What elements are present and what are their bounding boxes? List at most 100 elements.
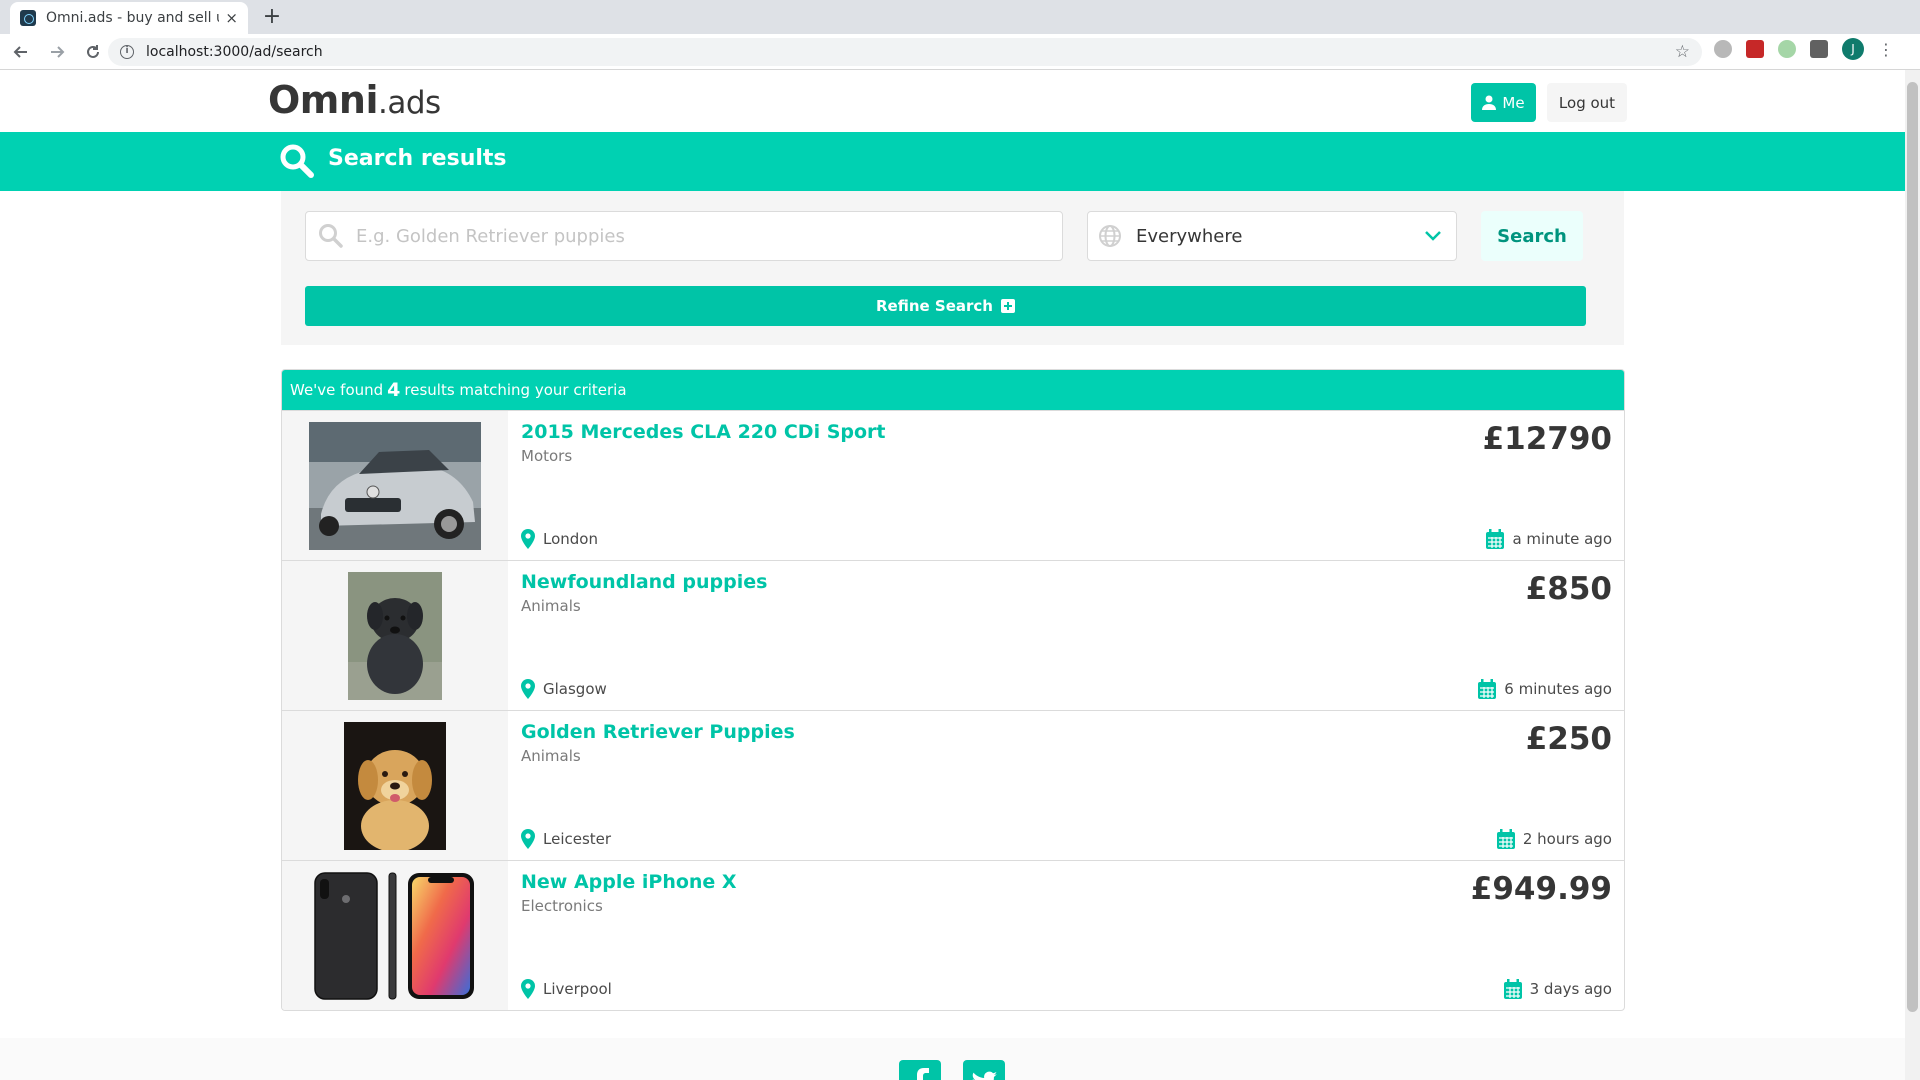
me-label: Me xyxy=(1502,93,1525,112)
result-title[interactable]: Newfoundland puppies xyxy=(521,571,767,593)
result-title[interactable]: 2015 Mercedes CLA 220 CDi Sport xyxy=(521,421,886,443)
result-posted-time: a minute ago xyxy=(1486,529,1612,549)
browser-toolbar: i localhost:3000/ad/search ☆ J ⋮ xyxy=(0,34,1920,70)
page-scrollbar[interactable] xyxy=(1905,70,1920,1080)
reload-icon xyxy=(87,44,99,58)
result-location-text: Glasgow xyxy=(543,680,607,698)
reload-button[interactable] xyxy=(78,37,108,67)
result-location: London xyxy=(521,529,598,549)
tab-title: Omni.ads - buy and sell u xyxy=(46,10,220,26)
results-summary: We've found 4 results matching your crit… xyxy=(282,370,1624,410)
twitter-icon[interactable] xyxy=(963,1060,1005,1080)
logo-suffix: .ads xyxy=(377,85,441,121)
extension-icon[interactable] xyxy=(1778,40,1796,58)
search-icon xyxy=(319,224,343,248)
result-thumbnail[interactable] xyxy=(282,411,508,561)
result-category: Electronics xyxy=(521,897,603,915)
result-row[interactable]: Golden Retriever Puppies Animals £250 Le… xyxy=(282,710,1624,861)
map-pin-icon xyxy=(521,829,535,849)
page-title: Search results xyxy=(328,146,507,171)
search-icon xyxy=(280,144,314,178)
globe-icon xyxy=(1099,225,1121,247)
result-location: Glasgow xyxy=(521,679,607,699)
extension-icons: J ⋮ xyxy=(1714,38,1894,60)
calendar-icon xyxy=(1503,979,1522,999)
result-title[interactable]: Golden Retriever Puppies xyxy=(521,721,795,743)
result-time-text: 3 days ago xyxy=(1529,980,1612,998)
extension-icon[interactable] xyxy=(1746,40,1764,58)
forward-button[interactable] xyxy=(42,37,72,67)
search-input[interactable] xyxy=(356,225,1036,247)
results-count: 4 xyxy=(387,379,401,401)
puppy-photo xyxy=(344,722,446,850)
extension-icon[interactable] xyxy=(1714,40,1732,58)
map-pin-icon xyxy=(521,979,535,999)
url-text[interactable]: localhost:3000/ad/search xyxy=(146,44,1675,60)
result-category: Animals xyxy=(521,597,581,615)
result-title[interactable]: New Apple iPhone X xyxy=(521,871,737,893)
result-price: £250 xyxy=(1525,721,1612,757)
result-price: £949.99 xyxy=(1470,871,1612,907)
logo-brand: Omni xyxy=(268,78,378,122)
phone-photo xyxy=(314,872,474,1000)
result-location-text: Liverpool xyxy=(543,980,612,998)
result-time-text: 6 minutes ago xyxy=(1504,680,1612,698)
hero-banner: Search results xyxy=(0,132,1905,191)
browser-tab[interactable]: Omni.ads - buy and sell u × xyxy=(10,2,248,34)
refine-search-label: Refine Search xyxy=(876,297,993,315)
refine-search-button[interactable]: Refine Search xyxy=(305,286,1586,326)
result-posted-time: 2 hours ago xyxy=(1496,829,1612,849)
result-price: £850 xyxy=(1525,571,1612,607)
result-row[interactable]: Newfoundland puppies Animals £850 Glasgo… xyxy=(282,560,1624,711)
result-location-text: London xyxy=(543,530,598,548)
address-bar[interactable]: i localhost:3000/ad/search ☆ xyxy=(108,38,1702,66)
new-tab-button[interactable]: + xyxy=(258,4,286,32)
result-time-text: 2 hours ago xyxy=(1522,830,1612,848)
site-info-icon[interactable]: i xyxy=(120,45,134,59)
result-posted-time: 6 minutes ago xyxy=(1478,679,1612,699)
facebook-icon[interactable] xyxy=(899,1060,941,1080)
browser-menu-icon[interactable]: ⋮ xyxy=(1878,40,1894,59)
profile-avatar[interactable]: J xyxy=(1842,38,1864,60)
results-panel: We've found 4 results matching your crit… xyxy=(281,369,1625,1011)
browser-tab-strip: Omni.ads - buy and sell u × + xyxy=(0,0,1920,34)
result-category: Animals xyxy=(521,747,581,765)
result-price: £12790 xyxy=(1482,421,1612,457)
me-button[interactable]: Me xyxy=(1471,83,1536,122)
scrollbar-thumb[interactable] xyxy=(1907,82,1918,1012)
result-category: Motors xyxy=(521,447,573,465)
puppy-photo xyxy=(348,572,442,700)
arrow-left-icon xyxy=(13,45,27,58)
calendar-icon xyxy=(1496,829,1515,849)
bookmark-star-icon[interactable]: ☆ xyxy=(1675,42,1690,62)
result-posted-time: 3 days ago xyxy=(1503,979,1612,999)
calendar-icon xyxy=(1478,679,1497,699)
result-thumbnail[interactable] xyxy=(282,561,508,711)
result-location: Leicester xyxy=(521,829,611,849)
result-location-text: Leicester xyxy=(543,830,612,848)
map-pin-icon xyxy=(521,529,535,549)
user-icon xyxy=(1482,95,1497,110)
result-thumbnail[interactable] xyxy=(282,711,508,861)
result-row[interactable]: 2015 Mercedes CLA 220 CDi Sport Motors £… xyxy=(282,410,1624,561)
logout-button[interactable]: Log out xyxy=(1547,83,1627,122)
arrow-right-icon xyxy=(51,45,65,58)
extension-icon[interactable] xyxy=(1810,40,1828,58)
result-thumbnail[interactable] xyxy=(282,861,508,1010)
back-button[interactable] xyxy=(6,37,36,67)
location-select[interactable]: Everywhere xyxy=(1087,211,1457,261)
search-input-wrapper[interactable] xyxy=(305,211,1063,261)
search-panel: Everywhere Search Refine Search xyxy=(281,191,1624,345)
results-suffix: results matching your criteria xyxy=(404,381,627,399)
result-row[interactable]: New Apple iPhone X Electronics £949.99 L… xyxy=(282,860,1624,1010)
search-button[interactable]: Search xyxy=(1481,211,1583,261)
location-value: Everywhere xyxy=(1136,225,1243,247)
site-navbar: Omni.ads Me Log out xyxy=(0,70,1905,132)
chevron-down-icon xyxy=(1425,231,1441,241)
plus-square-icon xyxy=(1000,299,1015,313)
close-tab-icon[interactable]: × xyxy=(225,9,238,27)
site-logo[interactable]: Omni.ads xyxy=(268,78,441,122)
result-location: Liverpool xyxy=(521,979,612,999)
result-time-text: a minute ago xyxy=(1512,530,1612,548)
site-footer xyxy=(0,1038,1905,1080)
